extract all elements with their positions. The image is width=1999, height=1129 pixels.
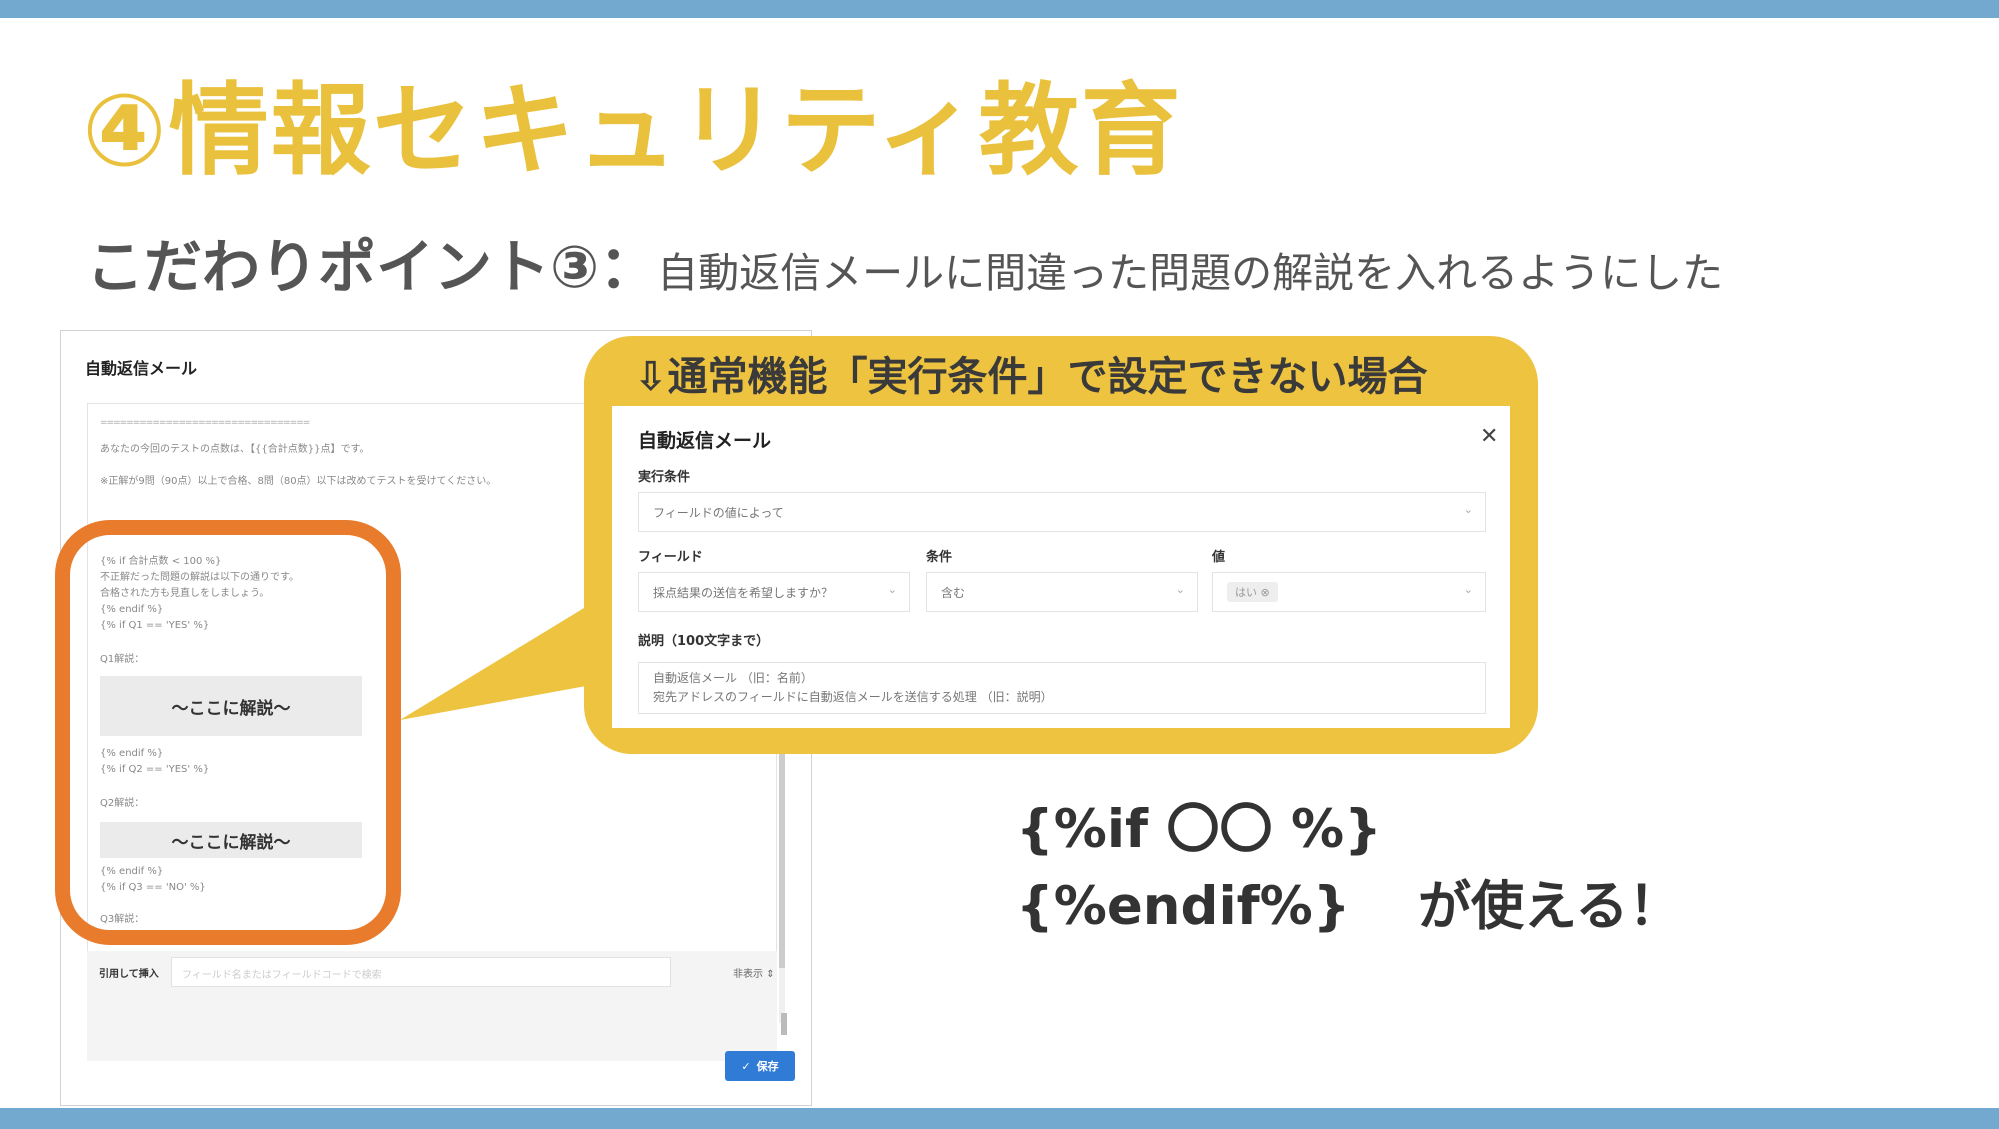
save-label: 保存: [756, 1060, 779, 1073]
exec-condition-label: 実行条件: [638, 470, 691, 485]
code-endif: {%endif%}: [1016, 876, 1351, 937]
hide-label: 非表示: [733, 969, 763, 980]
callout-heading: ⇩通常機能「実行条件」で設定できない場合: [634, 354, 1428, 400]
separator-line: ================================: [100, 418, 310, 428]
scroll-thumb[interactable]: [779, 748, 785, 968]
note-line: ※正解が9問（90点）以上で合格、8問（80点）以下は改めてテストを受けてくださ…: [100, 476, 497, 487]
insert-scroll-thumb[interactable]: [781, 1013, 787, 1035]
exec-condition-select[interactable]: フィールドの値によって ⌄: [638, 492, 1486, 532]
description-label: 説明（100文字まで）: [638, 634, 770, 649]
save-button[interactable]: ✓ 保存: [725, 1051, 795, 1081]
insert-field-bar: 引用して挿入 フィールド名またはフィールドコードで検索 非表示 ⇕: [87, 951, 787, 1061]
chevron-down-icon: ⌄: [1175, 583, 1185, 596]
field-select[interactable]: 採点結果の送信を希望しますか？ ⌄: [638, 572, 910, 612]
value-label: 値: [1212, 550, 1226, 565]
close-icon[interactable]: ✕: [1480, 424, 1498, 449]
field-select-value: 採点結果の送信を希望しますか？: [653, 585, 834, 600]
description-line: 宛先アドレスのフィールドに自動返信メールを送信する処理 （旧：説明）: [653, 690, 1053, 704]
field-label: フィールド: [638, 550, 703, 565]
field-search-input[interactable]: フィールド名またはフィールドコードで検索: [171, 957, 671, 987]
top-accent-bar: [0, 0, 1999, 18]
uses-text: が使える！: [1418, 876, 1682, 937]
auto-reply-dialog: 自動返信メール ✕ 実行条件 フィールドの値によって ⌄ フィールド 条件 値 …: [612, 406, 1510, 728]
value-tag[interactable]: はい ⊗: [1227, 582, 1278, 602]
dialog-title: 自動返信メール: [638, 430, 772, 452]
hide-toggle[interactable]: 非表示 ⇕: [733, 965, 775, 980]
description-textarea[interactable]: 自動返信メール （旧：名前） 宛先アドレスのフィールドに自動返信メールを送信する…: [638, 662, 1486, 714]
chevron-down-icon: ⌄: [1463, 583, 1473, 596]
description-line: 自動返信メール （旧：名前）: [653, 671, 813, 685]
chevron-down-icon: ⌄: [887, 583, 897, 596]
subtitle-lead: こだわりポイント③：: [86, 233, 658, 301]
exec-condition-value: フィールドの値によって: [653, 505, 784, 520]
check-icon: ✓: [741, 1059, 751, 1073]
callout-bubble: ⇩通常機能「実行条件」で設定できない場合 自動返信メール ✕ 実行条件 フィール…: [584, 336, 1538, 754]
collapse-icon: ⇕: [766, 969, 775, 980]
slide-subtitle: こだわりポイント③：自動返信メールに間違った問題の解説を入れるようにした: [86, 232, 1723, 317]
score-line: あなたの今回のテストの点数は、【{{合計点数}}点】です。: [100, 444, 370, 455]
bottom-accent-bar: [0, 1108, 1999, 1129]
code-if: {%if 〇〇 %}: [1016, 799, 1382, 860]
condition-label: 条件: [926, 550, 953, 565]
editor-title: 自動返信メール: [85, 359, 198, 378]
chevron-down-icon: ⌄: [1463, 503, 1473, 516]
value-select[interactable]: はい ⊗ ⌄: [1212, 572, 1486, 612]
insert-label: 引用して挿入: [99, 969, 159, 980]
condition-select[interactable]: 含む ⌄: [926, 572, 1198, 612]
condition-select-value: 含む: [941, 585, 966, 600]
slide-title: ④情報セキュリティ教育: [82, 72, 1183, 189]
highlight-frame: [55, 520, 401, 945]
subtitle-rest: 自動返信メールに間違った問題の解説を入れるようにした: [657, 249, 1724, 297]
